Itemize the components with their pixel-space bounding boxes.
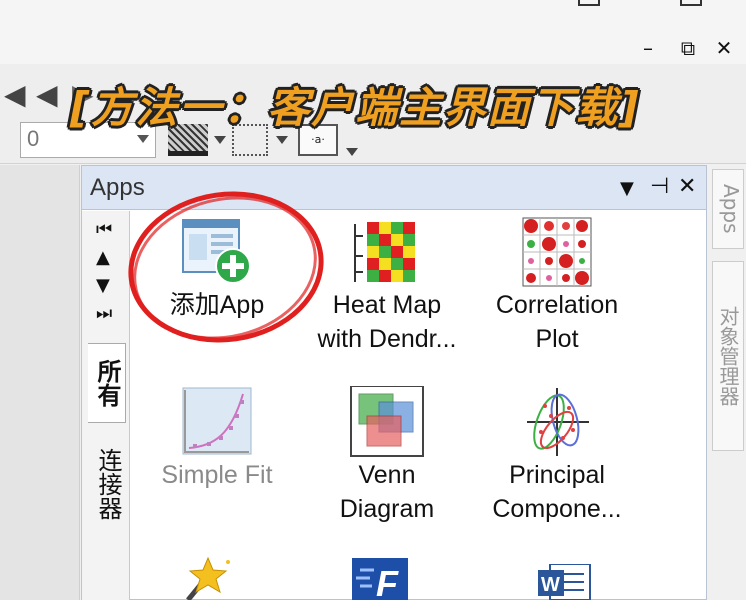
- app-tile-label: Venn: [358, 461, 416, 489]
- back-arrow-icon[interactable]: ◀: [36, 78, 58, 111]
- minimize-button[interactable]: –: [636, 36, 660, 60]
- scroll-down-icon[interactable]: ▼: [96, 275, 110, 296]
- app-tile-wizard[interactable]: [178, 556, 238, 600]
- tab-object-manager[interactable]: 对象管理器: [712, 261, 744, 451]
- venn-diagram-icon: [349, 385, 425, 458]
- app-tile-word[interactable]: W: [536, 563, 592, 600]
- restore-button[interactable]: ⧉: [676, 36, 700, 60]
- word-icon: W: [538, 563, 591, 600]
- right-dock-strip: Apps 对象管理器: [708, 165, 746, 600]
- app-tile-label: with Dendr...: [317, 325, 457, 353]
- window-titlebar: – ⧉ ✕: [0, 0, 746, 64]
- app-tile-label: Heat Map: [332, 291, 442, 319]
- apps-panel-header: Apps ▼ ⊣ ✕: [82, 166, 706, 210]
- panel-menu-icon[interactable]: ▼: [620, 178, 634, 199]
- heatmap-icon: [349, 216, 425, 288]
- app-tile-f[interactable]: F: [350, 556, 410, 600]
- window-peek-icon: [578, 0, 600, 6]
- back-arrow-icon[interactable]: ◀: [4, 78, 26, 111]
- scroll-up-icon[interactable]: ▲: [96, 247, 110, 268]
- app-f-icon: F: [352, 558, 408, 600]
- chevron-down-icon[interactable]: [214, 136, 226, 144]
- tab-all[interactable]: 所有: [88, 343, 126, 423]
- magic-wand-icon: [186, 556, 230, 600]
- value-combo-text: 0: [27, 126, 40, 151]
- app-tile-label: Compone...: [492, 495, 622, 523]
- app-tile-label: Diagram: [339, 495, 435, 523]
- app-tile-venn-diagram[interactable]: Venn Diagram: [302, 385, 472, 526]
- chevron-down-icon[interactable]: [276, 136, 288, 144]
- apps-side-tabs: ⏮ ▲ ▼ ⏭ 所有 连接器: [82, 211, 130, 600]
- simple-fit-icon: [179, 386, 255, 458]
- window-peek-icon: [680, 0, 702, 6]
- correlation-plot-icon: [519, 216, 595, 288]
- app-tile-correlation-plot[interactable]: Correlation Plot: [472, 216, 642, 356]
- tab-connectors[interactable]: 连接器: [88, 429, 126, 539]
- svg-text:F: F: [376, 563, 399, 600]
- chevron-down-icon[interactable]: [137, 135, 149, 143]
- app-tile-simple-fit[interactable]: Simple Fit: [132, 386, 302, 492]
- scroll-last-icon[interactable]: ⏭: [96, 303, 112, 324]
- app-tile-label: Plot: [535, 325, 579, 353]
- pin-icon[interactable]: ⊣: [650, 174, 669, 199]
- left-pane: [0, 165, 80, 600]
- close-button[interactable]: ✕: [712, 36, 736, 60]
- app-tile-label: Principal: [509, 461, 605, 489]
- app-tile-label: Correlation: [495, 291, 619, 319]
- scroll-first-icon[interactable]: ⏮: [96, 219, 112, 240]
- app-tile-label: Simple Fit: [161, 461, 273, 489]
- apps-panel-title: Apps: [90, 174, 145, 201]
- tab-apps-dock[interactable]: Apps: [712, 169, 744, 249]
- app-tile-heat-map[interactable]: Heat Map with Dendr...: [302, 216, 472, 356]
- banner-title: [方法一：客户端主界面下载]: [70, 83, 641, 132]
- panel-close-button[interactable]: ✕: [678, 174, 696, 199]
- svg-text:W: W: [541, 574, 560, 596]
- pca-icon: [519, 386, 595, 458]
- app-tile-principal-component[interactable]: Principal Compone...: [472, 386, 642, 526]
- toolbar-overflow-icon[interactable]: [346, 148, 358, 156]
